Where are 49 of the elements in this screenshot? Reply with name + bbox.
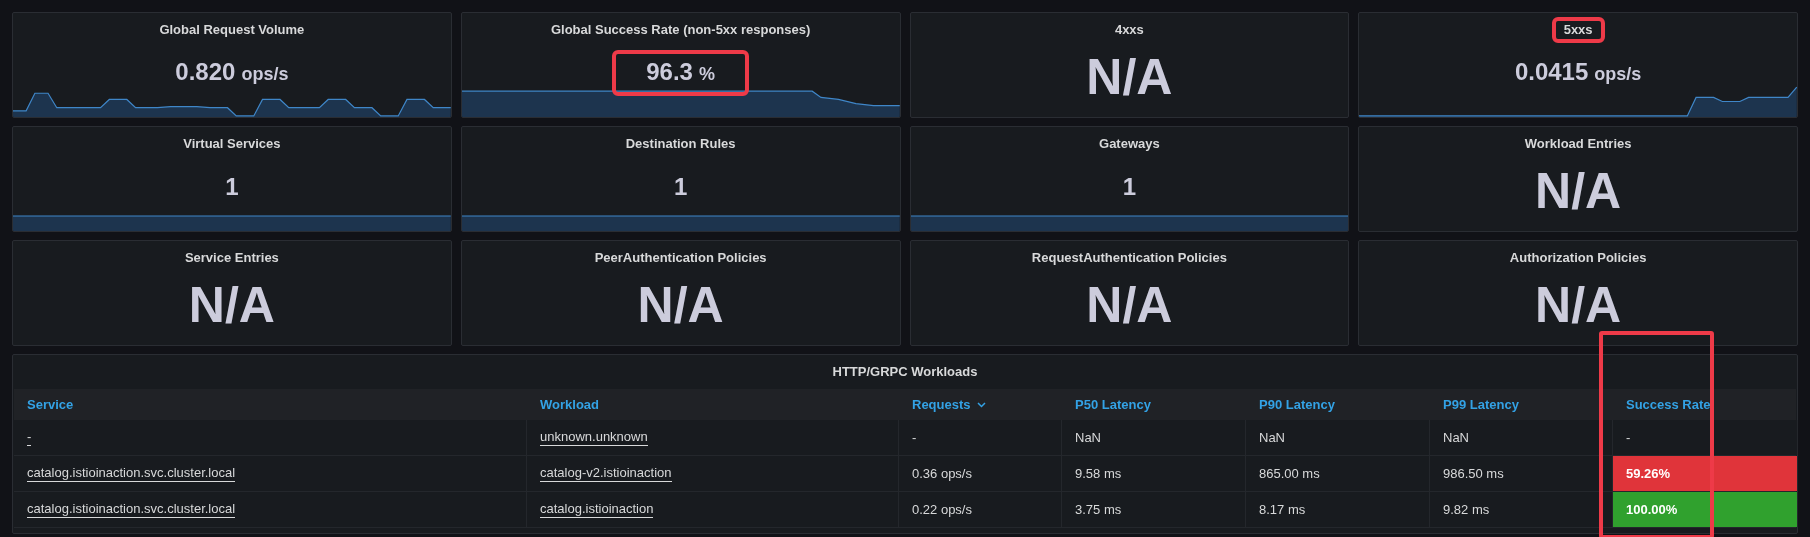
table-cell: 0.36 ops/s	[899, 456, 1062, 491]
stat-value: N/A	[1086, 277, 1173, 333]
panel-title: Global Request Volume	[158, 21, 306, 39]
table-link[interactable]: catalog.istioinaction	[540, 501, 654, 518]
table-cell: -	[899, 420, 1062, 455]
column-header[interactable]: P90 Latency	[1246, 389, 1430, 420]
column-header[interactable]: Success Rate	[1613, 389, 1798, 420]
panel-title: PeerAuthentication Policies	[593, 249, 768, 267]
table-cell: NaN	[1062, 420, 1246, 455]
table-link[interactable]: catalog-v2.istioinaction	[540, 465, 672, 482]
table-cell: 0.22 ops/s	[899, 492, 1062, 527]
table-cell: -	[1613, 420, 1798, 455]
stat-value: 0.0415 ops/s	[1514, 58, 1642, 87]
stat-value: 1	[1122, 173, 1137, 201]
table-title: HTTP/GRPC Workloads	[831, 363, 979, 382]
column-header[interactable]: P50 Latency	[1062, 389, 1246, 420]
table-cell: 59.26%	[1613, 456, 1798, 491]
table-cell: 3.75 ms	[1062, 492, 1246, 527]
table-link[interactable]: catalog.istioinaction.svc.cluster.local	[27, 465, 236, 482]
panel-title: Authorization Policies	[1508, 249, 1648, 267]
table-link[interactable]: -	[27, 429, 32, 446]
panel-title: RequestAuthentication Policies	[1030, 249, 1228, 267]
table-link[interactable]: catalog.istioinaction.svc.cluster.local	[27, 501, 236, 518]
panel-title: 4xxs	[1113, 21, 1145, 39]
stat-value: 1	[673, 173, 688, 201]
stat-value: N/A	[1086, 49, 1173, 105]
stat-value: 0.820 ops/s	[175, 58, 289, 87]
table-cell: 865.00 ms	[1246, 456, 1430, 491]
stat-value: N/A	[1535, 277, 1622, 333]
table-cell: NaN	[1430, 420, 1613, 455]
column-header[interactable]: Requests	[899, 389, 1062, 420]
table-cell: 9.58 ms	[1062, 456, 1246, 491]
table-cell: NaN	[1246, 420, 1430, 455]
stat-value: N/A	[637, 277, 724, 333]
panel-title: Global Success Rate (non-5xx responses)	[549, 21, 812, 39]
panel-title: Workload Entries	[1523, 135, 1633, 153]
stat-value: N/A	[188, 277, 275, 333]
column-header[interactable]: P99 Latency	[1430, 389, 1613, 420]
panel-title: Virtual Services	[182, 135, 282, 153]
panel-title: Gateways	[1098, 135, 1161, 153]
table-cell: 100.00%	[1613, 492, 1798, 527]
panel-title: Destination Rules	[624, 135, 737, 153]
panel-title: Service Entries	[183, 249, 280, 267]
column-header[interactable]: Workload	[527, 389, 899, 420]
stat-value: 1	[225, 173, 239, 201]
table-link[interactable]: unknown.unknown	[540, 429, 648, 446]
column-header[interactable]: Service	[14, 389, 527, 420]
stat-value: N/A	[1535, 163, 1622, 219]
table-cell: 8.17 ms	[1246, 492, 1430, 527]
